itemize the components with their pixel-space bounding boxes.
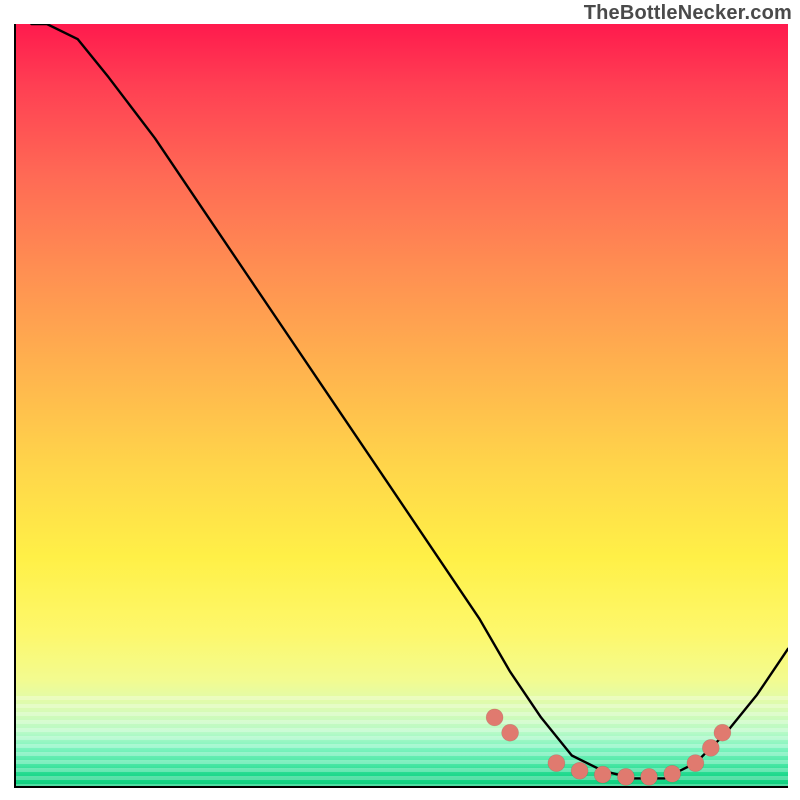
marker-dot <box>641 768 658 785</box>
marker-group <box>486 709 731 786</box>
marker-dot <box>502 724 519 741</box>
curve-line <box>31 24 788 778</box>
chart-container: TheBottleNecker.com <box>0 0 800 800</box>
marker-dot <box>664 765 681 782</box>
marker-dot <box>594 766 611 783</box>
watermark-text: TheBottleNecker.com <box>584 2 792 25</box>
marker-dot <box>617 768 634 785</box>
chart-svg <box>16 24 788 786</box>
marker-dot <box>548 755 565 772</box>
marker-dot <box>571 762 588 779</box>
marker-dot <box>702 739 719 756</box>
marker-dot <box>687 755 704 772</box>
marker-dot <box>486 709 503 726</box>
plot-area <box>14 24 788 788</box>
marker-dot <box>714 724 731 741</box>
